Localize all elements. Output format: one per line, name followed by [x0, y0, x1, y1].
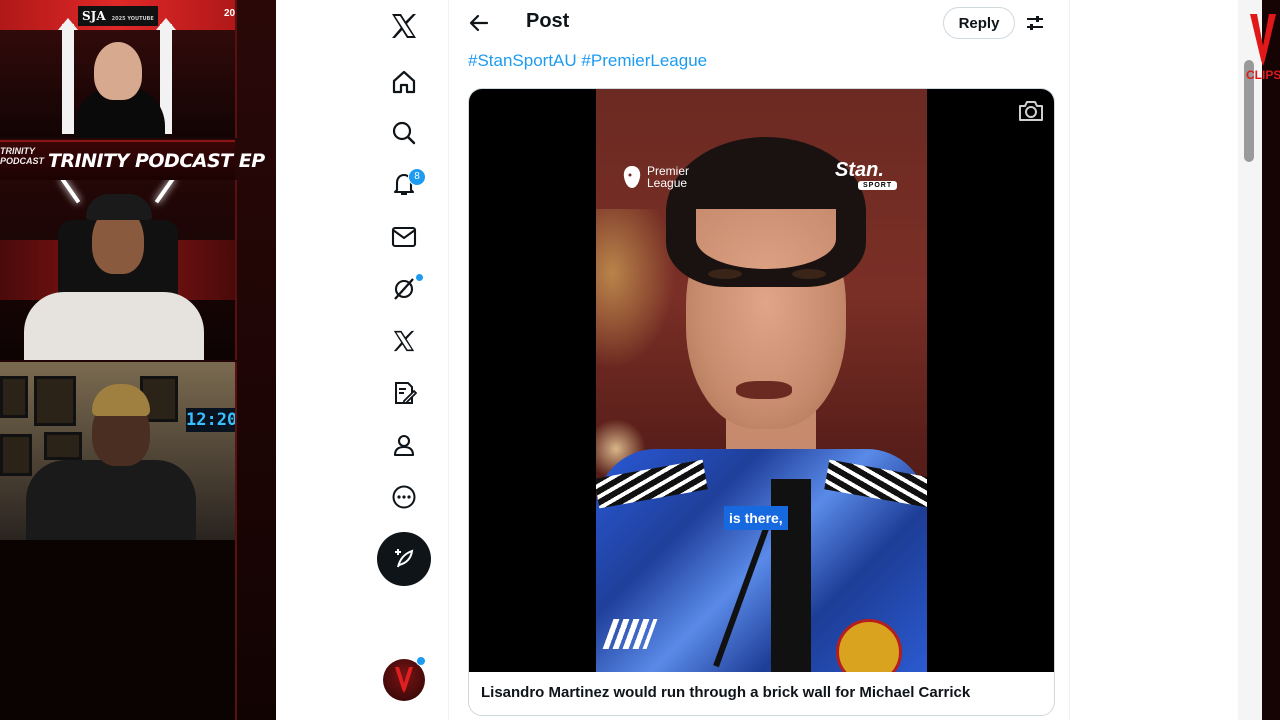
- home-icon[interactable]: [378, 56, 430, 108]
- articles-edit-icon[interactable]: [378, 367, 430, 419]
- column-divider: [1069, 0, 1070, 720]
- speaker-eye: [792, 269, 826, 279]
- wall-frame: [0, 434, 32, 476]
- stream-overlay: SJA 2025 YOUTUBE 20 TRINITY PODCAST TRINI…: [0, 0, 276, 720]
- more-options-icon[interactable]: [378, 471, 430, 523]
- studio-light: [154, 180, 176, 204]
- back-arrow-icon: [469, 14, 489, 32]
- x-post-page: 8 Post Reply #StanSportAU #PremierLeague: [276, 0, 1238, 720]
- filter-sliders-icon[interactable]: [1022, 10, 1048, 36]
- host-2-body: [24, 292, 204, 360]
- wall-frame: [0, 376, 28, 418]
- overlay-right-edge: [1262, 0, 1280, 720]
- podcast-logo: TRINITY PODCAST: [0, 146, 45, 166]
- messages-envelope-icon[interactable]: [378, 211, 430, 263]
- light-arrow-right: [156, 18, 176, 30]
- x-logo-icon[interactable]: [378, 0, 430, 52]
- premier-league-logo: Premier League: [621, 164, 693, 190]
- reply-button[interactable]: Reply: [943, 7, 1015, 39]
- overlay-year: 20: [224, 8, 236, 19]
- host-2-cap: [86, 194, 152, 220]
- hashtag-link[interactable]: #PremierLeague: [581, 51, 707, 70]
- background-light: [596, 209, 676, 369]
- speaker-eye: [708, 269, 742, 279]
- notifications-badge: 8: [408, 168, 426, 186]
- podcast-banner: TRINITY PODCAST TRINITY PODCAST EP: [0, 140, 265, 184]
- wall-frame: [34, 376, 76, 426]
- video-player[interactable]: Premier League Stan. SPORT is there,: [469, 89, 1054, 672]
- stan-logo: Stan.: [835, 159, 884, 181]
- overlay-empty-panel: [0, 540, 237, 720]
- speaker-mouth: [736, 381, 792, 399]
- camera-icon[interactable]: [1017, 99, 1045, 123]
- light-arrow-left: [58, 18, 78, 30]
- page-title: Post: [526, 10, 570, 32]
- video-subtitle: is there,: [724, 506, 788, 530]
- speaker-forehead: [696, 209, 836, 269]
- media-card[interactable]: Premier League Stan. SPORT is there, Lis…: [468, 88, 1055, 716]
- feather-plus-icon: [395, 549, 414, 568]
- grok-icon[interactable]: [378, 263, 430, 315]
- clips-channel-logo: CLIPS: [1244, 10, 1280, 86]
- host-3-body: [26, 460, 196, 540]
- studio-light: [59, 180, 81, 204]
- post-hashtags: #StanSportAU #PremierLeague: [468, 51, 707, 71]
- led-clock: 12:20: [186, 408, 237, 432]
- search-icon[interactable]: [378, 107, 430, 159]
- webcam-host-3: 12:20: [0, 362, 237, 540]
- webcam-host-1: SJA 2025 YOUTUBE 20: [0, 0, 237, 138]
- notifications-bell-icon[interactable]: 8: [378, 158, 430, 210]
- card-title[interactable]: Lisandro Martinez would run through a br…: [481, 684, 970, 701]
- profile-icon[interactable]: [378, 419, 430, 471]
- grok-dot: [416, 274, 423, 281]
- account-status-dot: [416, 656, 426, 666]
- webcam-host-2: [0, 180, 237, 360]
- host-1-face: [94, 42, 142, 100]
- stan-sport-label: SPORT: [858, 181, 898, 190]
- lion-icon: [623, 166, 641, 188]
- premium-x-icon[interactable]: [378, 315, 430, 367]
- nav-divider: [448, 0, 449, 720]
- compose-post-button[interactable]: [377, 532, 431, 586]
- wall-frame: [44, 432, 82, 460]
- hashtag-link[interactable]: #StanSportAU: [468, 51, 577, 70]
- podcast-title: TRINITY PODCAST EP: [48, 150, 265, 172]
- light-pillar-left: [62, 24, 74, 134]
- back-button[interactable]: [464, 8, 494, 38]
- overlay-brand: SJA 2025 YOUTUBE: [78, 6, 158, 26]
